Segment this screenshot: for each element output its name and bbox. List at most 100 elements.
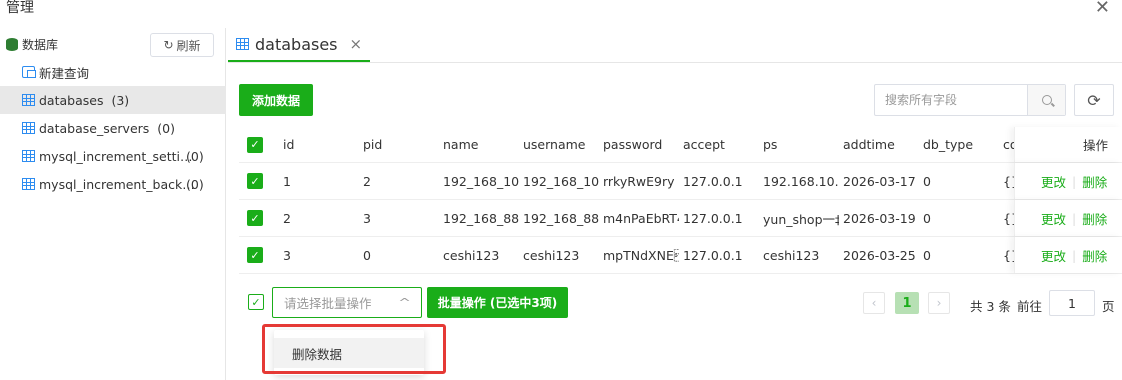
bulk-select-checkbox[interactable]: ✓: [248, 294, 264, 310]
cell-username: ceshi123: [523, 247, 580, 263]
table-icon: [236, 38, 249, 50]
column-header-name[interactable]: name: [443, 127, 478, 162]
window-title: 管理: [6, 0, 34, 16]
search-button[interactable]: [1027, 85, 1065, 115]
sidebar-item-database-servers[interactable]: database_servers (0): [0, 114, 226, 142]
cell-ps: 192.168.10.4: [763, 173, 839, 189]
column-header-db-type[interactable]: db_type: [923, 127, 973, 162]
tab-databases[interactable]: databases ×: [228, 28, 370, 62]
cell-password: m4nPaEbRT4: [603, 210, 679, 226]
row-checkbox[interactable]: ✓: [247, 247, 263, 263]
pager-page-label: 页: [1102, 299, 1115, 314]
sidebar-item-new-query[interactable]: 新建查询: [0, 58, 226, 86]
table-icon: [22, 178, 35, 190]
cell-pid: 0: [363, 247, 371, 263]
close-icon[interactable]: ✕: [1095, 0, 1110, 18]
sidebar-item-label: mysql_increment_back…: [39, 176, 195, 192]
tab-close-icon[interactable]: ×: [350, 35, 363, 53]
column-header-password[interactable]: password: [603, 127, 662, 162]
delete-link[interactable]: 删除: [1082, 172, 1107, 191]
cell-pid: 3: [363, 210, 371, 226]
refresh-icon: ↻: [163, 38, 174, 52]
column-header-ps[interactable]: ps: [763, 127, 777, 162]
table-icon: [22, 94, 35, 106]
sidebar-item-mysql-increment-backup[interactable]: mysql_increment_back… (0): [0, 170, 226, 198]
column-header-addtime[interactable]: addtime: [843, 127, 895, 162]
cell-co: {}: [1003, 173, 1014, 189]
cell-name: ceshi123: [443, 247, 500, 263]
row-actions: 更改 | 删除: [1014, 237, 1122, 273]
edit-link[interactable]: 更改: [1041, 246, 1066, 265]
select-all-checkbox[interactable]: ✓: [247, 136, 263, 153]
search-input[interactable]: [875, 85, 1029, 115]
sidebar-item-databases[interactable]: databases (3): [0, 86, 226, 114]
data-table: ✓ id pid name username password accept p…: [239, 127, 1122, 274]
bulk-action-dropdown: 删除数据: [274, 330, 424, 375]
cell-username: 192_168_10_: [523, 173, 599, 189]
refresh-button[interactable]: ↻ 刷新: [150, 33, 214, 57]
sidebar-header: 数据库: [6, 36, 58, 53]
edit-link[interactable]: 更改: [1041, 209, 1066, 228]
sidebar-item-mysql-increment-settings[interactable]: mysql_increment_setti… (0): [0, 142, 226, 170]
chevron-up-icon: ^: [397, 296, 411, 309]
sidebar-item-count: (0): [186, 176, 204, 192]
sidebar: 数据库 ↻ 刷新 新建查询 databases (3) database_ser…: [0, 28, 226, 380]
cell-addtime: 2026-03-19: [843, 210, 916, 226]
cell-accept: 127.0.0.1: [683, 247, 743, 263]
pager-total: 共 3 条: [970, 299, 1011, 314]
row-checkbox[interactable]: ✓: [247, 173, 263, 189]
column-header-pid[interactable]: pid: [363, 127, 382, 162]
table-row[interactable]: ✓ 2 3 192_168_88_ 192_168_88_ m4nPaEbRT4…: [239, 200, 1122, 237]
new-query-icon: [22, 66, 36, 78]
tab-label: databases: [255, 34, 338, 54]
edit-link[interactable]: 更改: [1041, 172, 1066, 191]
delete-link[interactable]: 删除: [1082, 246, 1107, 265]
cell-ps: yun_shop一‡: [763, 211, 839, 227]
refresh-label: 刷新: [176, 38, 201, 53]
cell-db-type: 0: [923, 210, 931, 226]
cell-password: mpTNdXNE: [603, 247, 679, 263]
cell-password: rrkyRwE9ry: [603, 173, 675, 189]
dropdown-option-delete-data[interactable]: 删除数据: [274, 338, 424, 368]
action-separator: |: [1072, 173, 1077, 189]
column-header-username[interactable]: username: [523, 127, 586, 162]
bulk-action-button[interactable]: 批量操作 (已选中3项): [427, 287, 568, 318]
column-header-co[interactable]: co: [1003, 127, 1014, 162]
pager-prev-button[interactable]: ‹: [863, 292, 885, 314]
row-actions: 更改 | 删除: [1014, 200, 1122, 236]
ops-column-header: 操作: [1014, 127, 1122, 162]
delete-link[interactable]: 删除: [1082, 209, 1107, 228]
column-header-accept[interactable]: accept: [683, 127, 725, 162]
sidebar-header-label: 数据库: [22, 38, 59, 52]
sidebar-item-label: database_servers: [39, 120, 150, 136]
cell-id: 3: [283, 247, 291, 263]
table-row[interactable]: ✓ 1 2 192_168_10_ 192_168_10_ rrkyRwE9ry…: [239, 163, 1122, 200]
bulk-action-select[interactable]: 请选择批量操作 ^: [272, 287, 422, 318]
search-icon: [1041, 95, 1052, 105]
table-row[interactable]: ✓ 3 0 ceshi123 ceshi123 mpTNdXNE 127.0.…: [239, 237, 1122, 274]
column-header-id[interactable]: id: [283, 127, 294, 162]
title-bar: 管理 ✕: [0, 0, 1122, 18]
sidebar-item-label: databases: [39, 92, 104, 108]
cell-id: 1: [283, 173, 291, 189]
row-actions: 更改 | 删除: [1014, 163, 1122, 199]
bulk-select-placeholder: 请选择批量操作: [284, 296, 372, 311]
row-checkbox[interactable]: ✓: [247, 210, 263, 226]
cell-username: 192_168_88_: [523, 210, 599, 226]
reload-button[interactable]: ⟳: [1074, 84, 1114, 116]
reload-icon: ⟳: [1087, 90, 1101, 110]
pager-goto-input[interactable]: [1049, 290, 1095, 316]
row-action-links: 更改 | 删除: [1041, 237, 1107, 273]
pager-next-button[interactable]: ›: [928, 292, 950, 314]
cell-addtime: 2026-03-25: [843, 247, 916, 263]
search-box: [874, 84, 1066, 116]
cell-co: {}: [1003, 210, 1014, 226]
sidebar-item-count: (3): [111, 92, 130, 108]
add-data-button[interactable]: 添加数据: [239, 84, 313, 116]
table-icon: [22, 122, 35, 134]
database-icon: [6, 38, 18, 51]
row-action-links: 更改 | 删除: [1041, 163, 1107, 199]
pager-current-page[interactable]: 1: [895, 292, 919, 314]
cell-co: {}: [1003, 247, 1014, 263]
action-separator: |: [1072, 247, 1077, 263]
